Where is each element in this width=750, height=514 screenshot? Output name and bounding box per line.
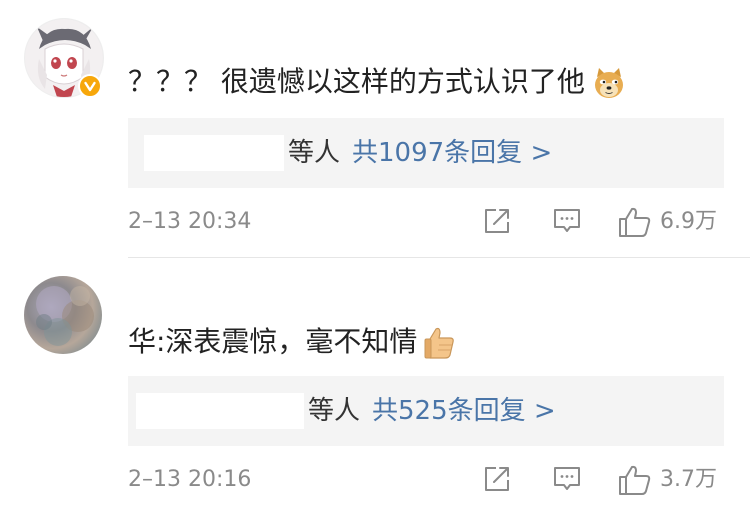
like-count: 3.7万 bbox=[660, 467, 717, 492]
timestamp: 2–13 20:16 bbox=[128, 467, 252, 492]
reply-summary: 等人 共525条回复 > bbox=[308, 393, 556, 429]
comment-button[interactable] bbox=[552, 464, 584, 496]
comment-button[interactable] bbox=[552, 206, 584, 238]
reply-author-placeholder bbox=[136, 393, 304, 429]
share-icon bbox=[485, 209, 509, 233]
comment-item: 华:深表震惊，毫不知情 等人 共525条回复 > 2–13 20:16 3.7万 bbox=[0, 258, 750, 514]
timestamp: 2–13 20:34 bbox=[128, 209, 252, 234]
comment-icon bbox=[554, 467, 580, 490]
thumbs-up-emoji-icon bbox=[423, 325, 457, 361]
like-count: 6.9万 bbox=[660, 209, 717, 234]
avatar[interactable] bbox=[24, 276, 102, 354]
reply-suffix: 等人 bbox=[288, 138, 341, 168]
opal-avatar-image bbox=[36, 286, 94, 346]
like-button[interactable]: 6.9万 bbox=[618, 206, 730, 238]
share-button[interactable] bbox=[482, 206, 514, 238]
comment-body: 华:深表震惊，毫不知情 bbox=[128, 325, 418, 358]
reply-suffix: 等人 bbox=[308, 396, 361, 426]
comment-text: ？？？ 很遗憾以这样的方式认识了他 bbox=[128, 62, 627, 102]
reply-summary: 等人 共1097条回复 > bbox=[288, 135, 552, 171]
share-button[interactable] bbox=[482, 464, 514, 496]
thumbs-up-icon bbox=[619, 465, 651, 495]
verified-badge-icon bbox=[78, 74, 102, 98]
share-icon bbox=[485, 467, 509, 491]
comment-body: ？？？ 很遗憾以这样的方式认识了他 bbox=[128, 65, 585, 98]
comment-text: 华:深表震惊，毫不知情 bbox=[128, 322, 457, 362]
doge-emoji-icon bbox=[591, 65, 627, 101]
like-button[interactable]: 3.7万 bbox=[618, 464, 730, 496]
view-replies-link[interactable]: 共525条回复 > bbox=[372, 396, 556, 426]
comment-item: ？？？ 很遗憾以这样的方式认识了他 等人 共1097条回复 > 2–13 20:3… bbox=[0, 0, 750, 258]
thumbs-up-icon bbox=[619, 207, 651, 237]
comment-meta-row: 2–13 20:34 6.9万 bbox=[128, 204, 726, 240]
comment-meta-row: 2–13 20:16 3.7万 bbox=[128, 462, 726, 498]
view-replies-link[interactable]: 共1097条回复 > bbox=[352, 138, 552, 168]
reply-summary-box[interactable]: 等人 共1097条回复 > bbox=[128, 118, 724, 188]
reply-author-placeholder bbox=[144, 135, 284, 171]
reply-summary-box[interactable]: 等人 共525条回复 > bbox=[128, 376, 724, 446]
comment-icon bbox=[554, 209, 580, 232]
